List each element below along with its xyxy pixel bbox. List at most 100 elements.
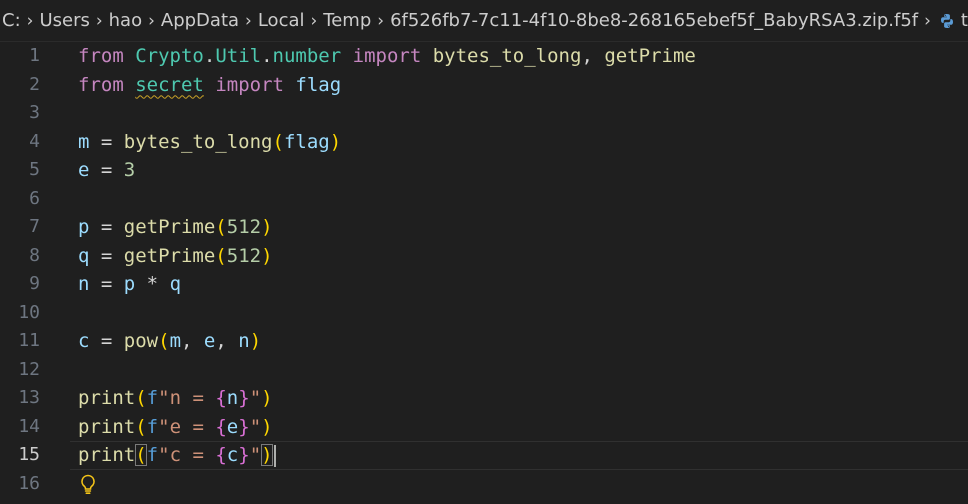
breadcrumb-separator-icon: › bbox=[924, 10, 931, 31]
keyword-import: import bbox=[215, 73, 284, 96]
code-line: 3 bbox=[0, 99, 968, 128]
assign-operator: = bbox=[89, 330, 124, 352]
breadcrumb-item-local[interactable]: Local bbox=[258, 10, 305, 31]
module-number: number bbox=[272, 45, 342, 67]
breadcrumb-separator-icon: › bbox=[148, 10, 155, 31]
breadcrumb-separator-icon: › bbox=[245, 10, 252, 31]
text-cursor bbox=[273, 444, 276, 467]
code-text: print(f"c = {c}") bbox=[78, 441, 276, 470]
dot: . bbox=[203, 45, 216, 67]
breadcrumb-separator-icon: › bbox=[95, 10, 103, 31]
string-literal: n = bbox=[169, 387, 216, 409]
variable-p: p bbox=[78, 216, 90, 238]
code-text: c = pow(m, e, n) bbox=[78, 327, 261, 356]
breadcrumb-item-appdata[interactable]: AppData bbox=[161, 10, 239, 31]
code-text: p = getPrime(512) bbox=[78, 213, 273, 242]
code-line: 10 bbox=[0, 299, 968, 328]
breadcrumb-item-drive[interactable]: C: bbox=[2, 10, 21, 31]
function-bytes-to-long: bytes_to_long bbox=[123, 130, 273, 153]
bracket-open: ( bbox=[135, 387, 147, 409]
python-icon bbox=[939, 13, 955, 29]
string-quote: " bbox=[158, 415, 170, 438]
code-line: 5 e = 3 bbox=[0, 156, 968, 185]
code-line: 8 q = getPrime(512) bbox=[0, 242, 968, 271]
function-getprime: getPrime bbox=[604, 45, 696, 67]
assign-operator: = bbox=[89, 130, 124, 153]
code-text: n = p * q bbox=[78, 270, 181, 299]
code-line: 14 print(f"e = {e}") bbox=[0, 413, 968, 442]
code-line: 16 bbox=[0, 470, 968, 499]
variable-m: m bbox=[169, 330, 182, 352]
breadcrumb: C: › Users › hao › AppData › Local › Tem… bbox=[0, 0, 968, 42]
code-line: 1 from Crypto.Util.number import bytes_t… bbox=[0, 42, 968, 71]
code-line: 12 bbox=[0, 356, 968, 385]
breadcrumb-separator-icon: › bbox=[377, 10, 385, 31]
code-text: print(f"n = {n}") bbox=[78, 384, 273, 413]
line-number: 4 bbox=[29, 130, 40, 152]
variable-m: m bbox=[78, 130, 90, 153]
variable-c: c bbox=[226, 444, 239, 466]
variable-e: e bbox=[78, 159, 90, 181]
string-quote: " bbox=[249, 387, 262, 409]
line-number: 2 bbox=[29, 73, 40, 95]
assign-operator: = bbox=[89, 244, 124, 267]
dot: . bbox=[261, 45, 273, 67]
keyword-import: import bbox=[352, 45, 422, 67]
breadcrumb-item-temp[interactable]: Temp bbox=[323, 10, 371, 31]
string-quote: " bbox=[158, 387, 170, 409]
variable-q: q bbox=[78, 244, 90, 267]
brace-open: { bbox=[215, 387, 227, 409]
comma: , bbox=[581, 45, 605, 67]
line-number: 13 bbox=[18, 387, 40, 408]
multiply-operator: * bbox=[135, 273, 170, 295]
line-number: 9 bbox=[29, 273, 40, 294]
code-editor[interactable]: 1 from Crypto.Util.number import bytes_t… bbox=[0, 42, 968, 498]
breadcrumb-item-hao[interactable]: hao bbox=[109, 10, 142, 31]
line-number: 11 bbox=[18, 330, 40, 351]
variable-n: n bbox=[238, 330, 250, 352]
line-number: 10 bbox=[18, 301, 40, 323]
breadcrumb-item-file[interactable]: t bbox=[961, 10, 968, 31]
bracket-close: ) bbox=[261, 387, 273, 409]
breadcrumb-item-folder[interactable]: 6f526fb7-7c11-4f10-8be8-268165ebef5f_Bab… bbox=[390, 10, 918, 31]
number-literal: 512 bbox=[226, 244, 262, 267]
assign-operator: = bbox=[89, 216, 124, 238]
brace-open: { bbox=[215, 444, 227, 466]
brace-close: } bbox=[238, 415, 250, 438]
assign-operator: = bbox=[89, 159, 124, 181]
comma: , bbox=[181, 330, 204, 352]
variable-q: q bbox=[169, 273, 182, 295]
function-getprime: getPrime bbox=[123, 216, 216, 238]
bracket-close: ) bbox=[329, 130, 342, 153]
variable-e: e bbox=[226, 415, 239, 438]
variable-p: p bbox=[123, 273, 136, 295]
bracket-open: ( bbox=[158, 330, 170, 352]
bracket-close-matched: ) bbox=[261, 444, 273, 466]
function-bytes-to-long: bytes_to_long bbox=[432, 45, 582, 67]
code-text bbox=[78, 470, 98, 499]
bracket-open-matched: ( bbox=[135, 444, 147, 466]
bracket-open: ( bbox=[215, 216, 227, 238]
code-line: 9 n = p * q bbox=[0, 270, 968, 299]
code-text: from Crypto.Util.number import bytes_to_… bbox=[78, 42, 696, 71]
breadcrumb-separator-icon: › bbox=[310, 10, 318, 31]
bracket-close: ) bbox=[261, 216, 273, 238]
breadcrumb-item-users[interactable]: Users bbox=[39, 10, 89, 31]
breadcrumb-separator-icon: › bbox=[26, 10, 34, 31]
line-number: 3 bbox=[29, 102, 40, 123]
keyword-from: from bbox=[78, 45, 124, 67]
code-text: m = bytes_to_long(flag) bbox=[78, 128, 341, 157]
line-number: 5 bbox=[29, 159, 40, 180]
variable-n: n bbox=[226, 387, 239, 409]
function-pow: pow bbox=[123, 330, 159, 352]
code-line: 6 bbox=[0, 185, 968, 214]
code-line: 4 m = bytes_to_long(flag) bbox=[0, 128, 968, 157]
code-line-current: 15 print(f"c = {c}") bbox=[0, 441, 968, 470]
function-print: print bbox=[78, 387, 136, 409]
lightbulb-icon[interactable] bbox=[78, 470, 98, 499]
line-number: 16 bbox=[18, 472, 40, 494]
code-line: 7 p = getPrime(512) bbox=[0, 213, 968, 242]
module-secret-warning[interactable]: secret bbox=[135, 74, 204, 96]
bracket-open: ( bbox=[135, 415, 147, 438]
line-number: 12 bbox=[18, 358, 40, 380]
